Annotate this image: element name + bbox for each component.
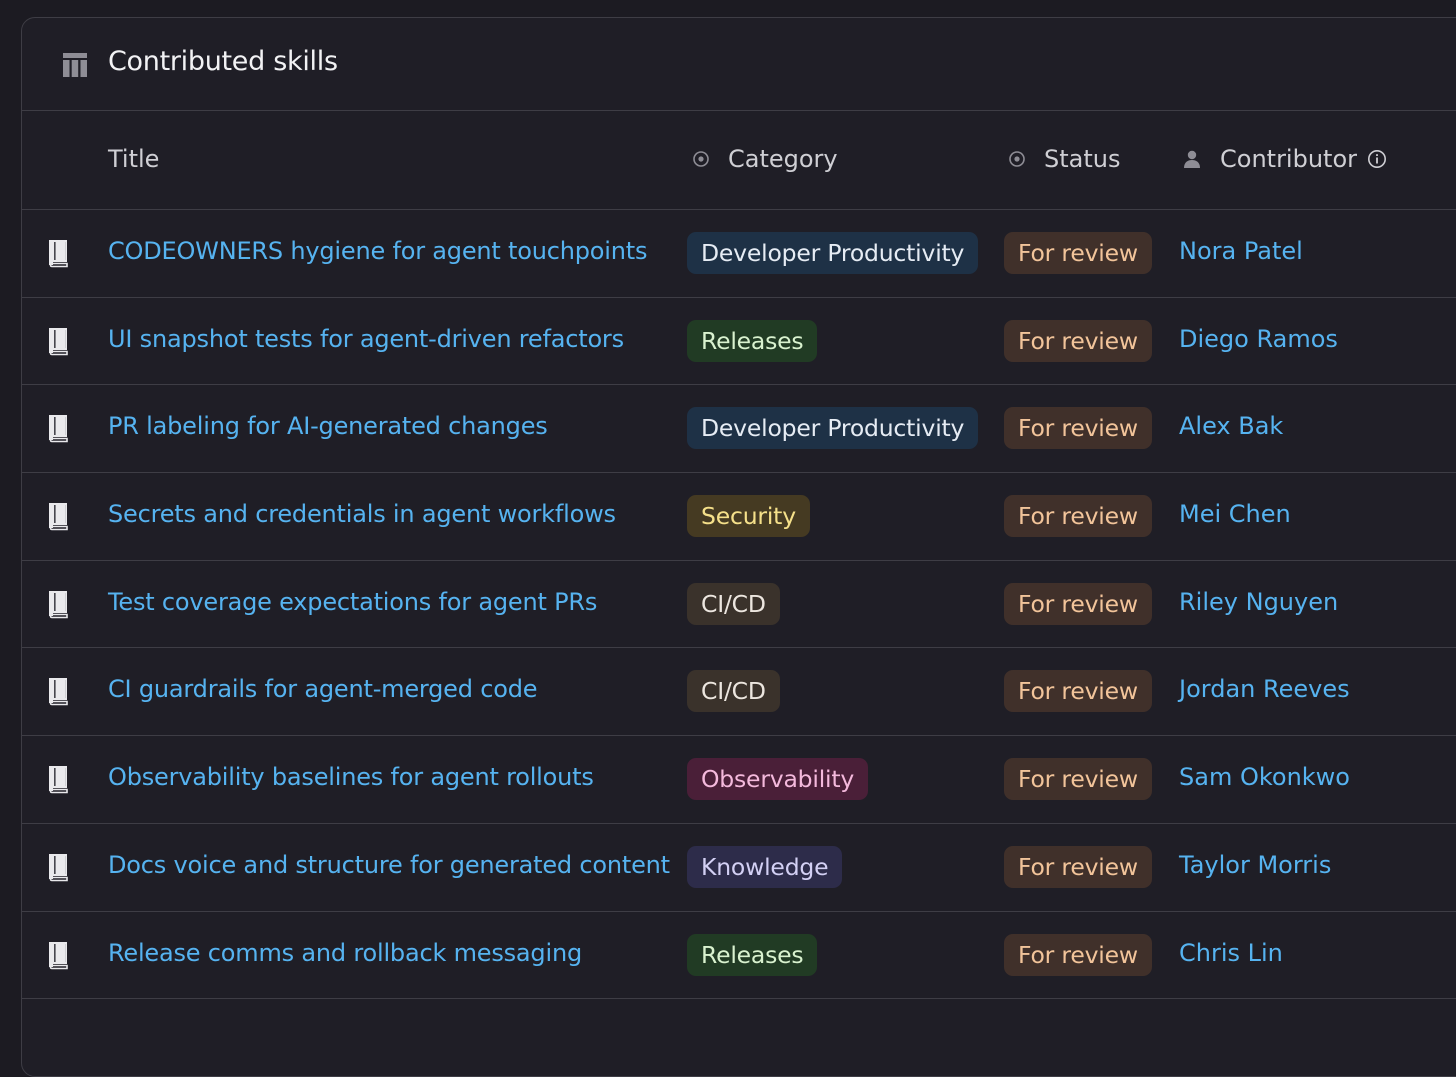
contributor-link[interactable]: Jordan Reeves <box>1179 675 1350 703</box>
contributor-link[interactable]: Chris Lin <box>1179 939 1283 967</box>
table-row[interactable]: Release comms and rollback messaging Rele… <box>22 912 1456 1000</box>
category-badge: Releases <box>687 319 818 362</box>
status-property-icon <box>1009 151 1025 167</box>
category-badge: Knowledge <box>687 845 843 888</box>
category-badge: Security <box>687 495 810 538</box>
book-icon <box>49 678 68 706</box>
skill-title-link[interactable]: PR labeling for AI-generated changes <box>108 412 548 440</box>
skill-title-link[interactable]: Secrets and credentials in agent workflo… <box>108 500 616 528</box>
status-badge: For review <box>1004 758 1152 801</box>
category-badge: Developer Productivity <box>687 232 979 274</box>
skill-title-link[interactable]: UI snapshot tests for agent-driven refac… <box>108 325 624 353</box>
skill-title-link[interactable]: Test coverage expectations for agent PRs <box>108 588 597 616</box>
contributor-link[interactable]: Riley Nguyen <box>1179 588 1338 616</box>
book-icon <box>49 503 68 531</box>
book-icon <box>49 853 68 882</box>
column-header-category-label: Category <box>728 145 838 173</box>
table-row[interactable]: CODEOWNERS hygiene for agent touchpoints… <box>22 210 1456 298</box>
table-row[interactable]: UI snapshot tests for agent-driven refac… <box>22 298 1456 386</box>
column-header-status[interactable]: Status <box>1008 145 1120 173</box>
table-row[interactable]: Test coverage expectations for agent PRs… <box>22 561 1456 649</box>
category-badge: CI/CD <box>687 670 780 713</box>
table-body: CODEOWNERS hygiene for agent touchpoints… <box>22 210 1456 1000</box>
table-row[interactable]: PR labeling for AI-generated changes Deve… <box>22 385 1456 474</box>
skill-title-link[interactable]: Observability baselines for agent rollou… <box>108 763 594 791</box>
status-badge: For review <box>1004 845 1152 888</box>
skill-title-link[interactable]: CODEOWNERS hygiene for agent touchpoints <box>108 237 647 265</box>
select-property-icon <box>693 151 709 167</box>
status-badge: For review <box>1004 670 1152 713</box>
table-row[interactable]: CI guardrails for agent-merged code CI/CD… <box>22 648 1456 737</box>
contributor-link[interactable]: Diego Ramos <box>1179 325 1338 353</box>
info-icon[interactable] <box>1367 149 1387 169</box>
category-badge: CI/CD <box>687 582 780 625</box>
contributor-link[interactable]: Mei Chen <box>1179 500 1291 528</box>
category-badge: Developer Productivity <box>687 407 979 450</box>
skill-title-link[interactable]: CI guardrails for agent-merged code <box>108 675 537 703</box>
contributor-link[interactable]: Taylor Morris <box>1179 851 1331 879</box>
category-badge: Observability <box>687 758 869 801</box>
book-icon <box>49 327 68 355</box>
contributor-link[interactable]: Sam Okonkwo <box>1179 763 1350 791</box>
status-badge: For review <box>1004 495 1152 538</box>
book-icon <box>49 240 68 268</box>
status-badge: For review <box>1004 582 1152 625</box>
page-title: Contributed skills <box>108 46 338 77</box>
table-icon <box>63 53 87 77</box>
table-row[interactable]: Docs voice and structure for generated c… <box>22 824 1456 912</box>
column-headers: Title Category Status Contributor <box>22 111 1456 210</box>
status-badge: For review <box>1004 232 1152 274</box>
column-header-title[interactable]: Title <box>108 145 159 173</box>
column-header-contributor-label: Contributor <box>1220 145 1358 173</box>
column-header-status-label: Status <box>1044 145 1121 173</box>
skills-table-panel: Contributed skills Title Category Status <box>21 17 1456 1077</box>
table-header: Contributed skills <box>22 18 1456 111</box>
status-badge: For review <box>1004 933 1152 976</box>
column-header-title-label: Title <box>108 145 160 173</box>
table-row[interactable]: Observability baselines for agent rollou… <box>22 736 1456 824</box>
contributor-link[interactable]: Alex Bak <box>1179 412 1283 440</box>
book-icon <box>49 941 68 969</box>
column-header-category[interactable]: Category <box>692 145 838 173</box>
status-badge: For review <box>1004 407 1152 450</box>
book-icon <box>49 590 68 619</box>
book-icon <box>49 766 68 794</box>
skill-title-link[interactable]: Release comms and rollback messaging <box>108 939 582 967</box>
column-header-contributor[interactable]: Contributor <box>1182 145 1387 173</box>
contributor-link[interactable]: Nora Patel <box>1179 237 1303 265</box>
person-icon <box>1184 150 1200 168</box>
table-row[interactable]: Secrets and credentials in agent workflo… <box>22 473 1456 561</box>
book-icon <box>49 415 68 443</box>
category-badge: Releases <box>687 933 818 976</box>
skill-title-link[interactable]: Docs voice and structure for generated c… <box>108 851 670 879</box>
status-badge: For review <box>1004 319 1152 362</box>
